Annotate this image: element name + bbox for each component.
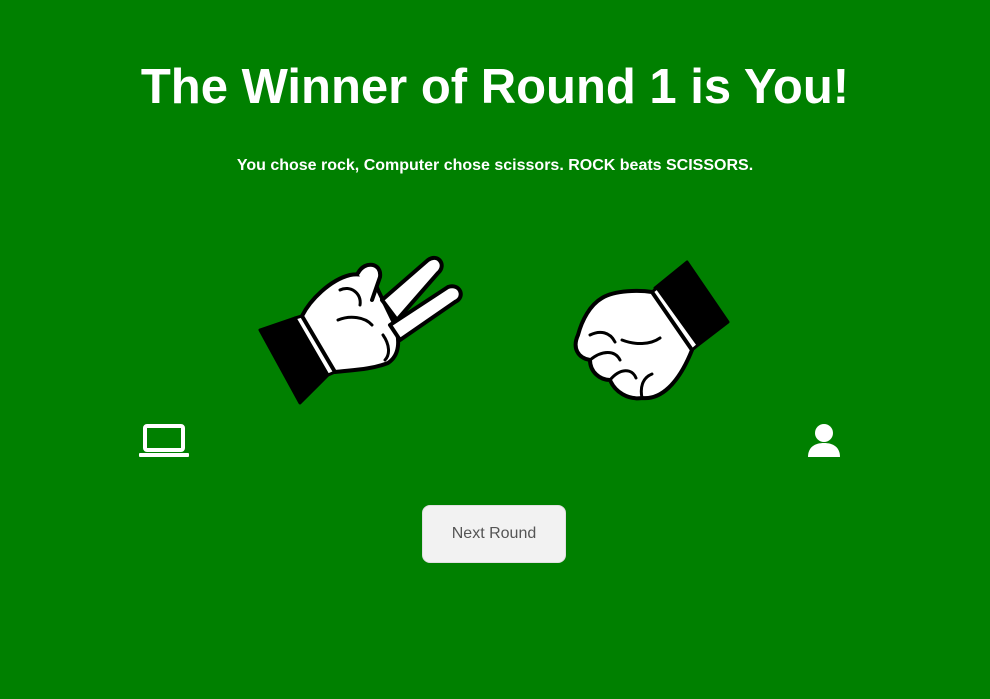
round-result-title: The Winner of Round 1 is You! (140, 60, 850, 114)
fist-hand-icon (573, 260, 730, 401)
next-round-button[interactable]: Next Round (422, 505, 566, 563)
game-screen: The Winner of Round 1 is You! You chose … (0, 0, 990, 699)
laptop-icon (139, 424, 189, 457)
scissors-hand-icon (258, 255, 463, 405)
person-icon (808, 424, 840, 457)
round-result-message: You chose rock, Computer chose scissors.… (236, 157, 754, 174)
